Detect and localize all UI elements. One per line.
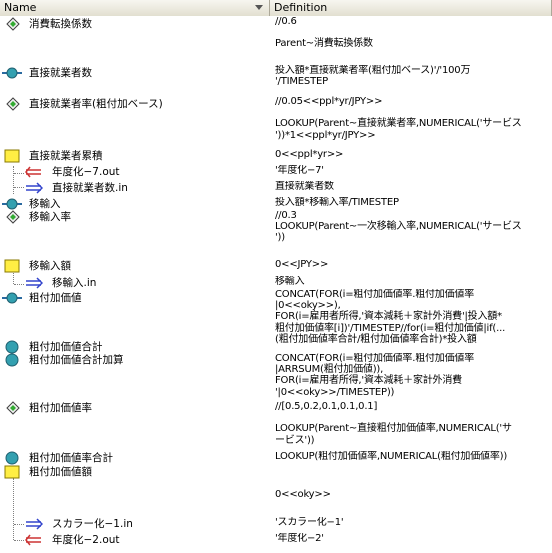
sort-descending-icon[interactable]: [255, 5, 263, 10]
item-name: 粗付加価値: [29, 292, 82, 304]
item-name: 移輸入額: [29, 260, 71, 272]
inflow-icon: [25, 276, 43, 290]
inflow-icon: [25, 517, 43, 531]
flow-icon: [2, 291, 22, 305]
item-name: 移輸入.in: [52, 277, 97, 289]
item-definition: 0<<ppl*yr>>: [275, 149, 344, 160]
item-definition: //0.3 LOOKUP(Parent~一次移輸入率,NUMERICAL('サー…: [275, 210, 522, 244]
item-name: 粗付加価値率合計: [29, 452, 113, 464]
outflow-icon: [25, 165, 43, 179]
item-name: 直接就業者累積: [29, 150, 103, 162]
definition-column-label: Definition: [274, 1, 328, 14]
item-definition: LOOKUP(粗付加価値率,NUMERICAL(粗付加価値率)): [275, 451, 508, 462]
item-definition: 投入額*移輸入率/TIMESTEP: [275, 197, 399, 208]
inflow-icon: [25, 181, 43, 195]
item-definition: 投入額*直接就業者率(粗付加ベース)'/'100万 '/TIMESTEP: [275, 65, 471, 88]
item-name: 移輸入率: [29, 211, 71, 223]
item-name: 粗付加価値額: [29, 466, 92, 478]
stock-icon: [3, 259, 21, 273]
item-name: 直接就業者数: [29, 67, 92, 79]
diamond-icon: [4, 401, 22, 415]
diamond-icon: [4, 210, 22, 224]
item-definition: 直接就業者数: [275, 181, 334, 192]
item-definition: CONCAT(FOR(i=粗付加価値率.粗付加価値率 |0<<oky>>), F…: [275, 289, 506, 345]
item-definition: //0.6 Parent~消費転換係数: [275, 16, 373, 50]
item-name: 粗付加価値率: [29, 402, 92, 414]
stock-icon: [3, 149, 21, 163]
item-name: 年度化−2.out: [52, 534, 120, 546]
name-column-label: Name: [4, 1, 37, 14]
item-definition: 0<<JPY>>: [275, 259, 329, 270]
item-definition: //[0.5,0.2,0.1,0.1,0.1] LOOKUP(Parent~直接…: [275, 401, 512, 446]
item-name: 消費転換係数: [29, 18, 92, 30]
outflow-icon: [25, 533, 43, 547]
aux-icon: [3, 451, 21, 465]
item-name: 直接就業者数.in: [52, 182, 128, 194]
item-definition: 移輸入: [275, 276, 305, 287]
definition-column-header[interactable]: Definition: [270, 0, 552, 16]
item-definition: 0<<oky>>: [275, 489, 331, 501]
item-definition: '年度化−2': [275, 533, 324, 544]
item-name: 直接就業者率(粗付加ベース): [29, 98, 163, 110]
item-definition: '年度化−7': [275, 165, 324, 176]
item-definition: CONCAT(FOR(i=粗付加価値率.粗付加価値率 |ARRSUM(粗付加価値…: [275, 353, 474, 398]
diamond-icon: [4, 97, 22, 111]
column-header: Name Definition: [0, 0, 552, 16]
item-name: 粗付加価値合計加算: [29, 354, 124, 366]
diamond-icon: [4, 17, 22, 31]
stock-icon: [3, 465, 21, 479]
item-definition: //0.05<<ppl*yr/JPY>> LOOKUP(Parent~直接就業者…: [275, 96, 522, 141]
flow-icon: [2, 66, 22, 80]
item-definition: 'スカラー化−1': [275, 517, 344, 528]
item-name: スカラー化−1.in: [52, 518, 133, 530]
item-name: 年度化−7.out: [52, 166, 120, 178]
aux-icon: [3, 353, 21, 367]
name-column-header[interactable]: Name: [0, 0, 270, 16]
